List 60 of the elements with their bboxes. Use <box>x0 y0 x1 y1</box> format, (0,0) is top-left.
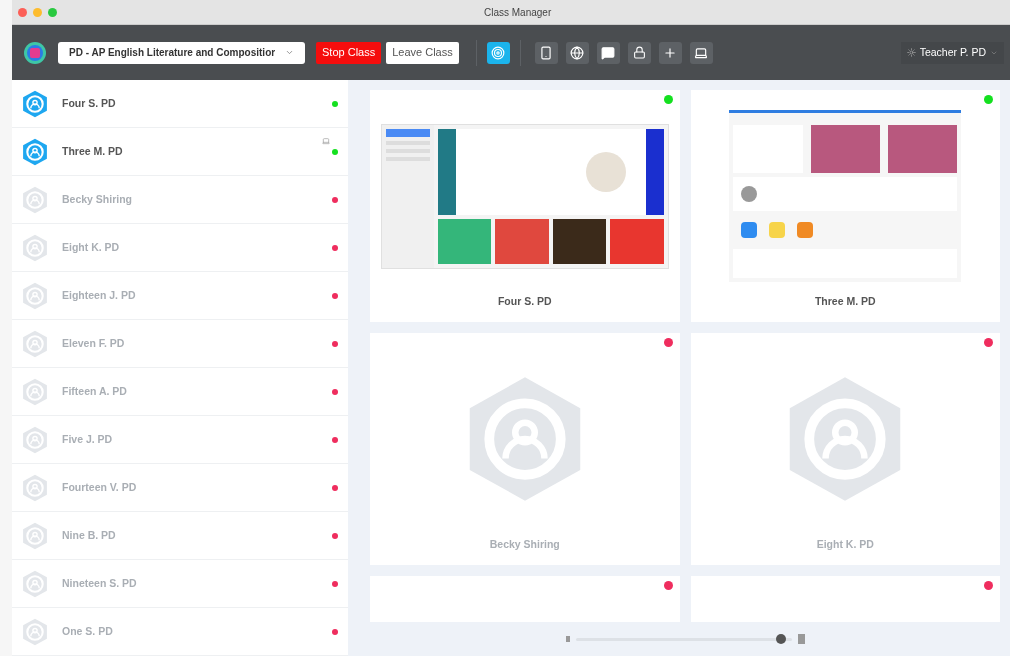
student-row[interactable]: Fourteen V. PD <box>12 464 348 512</box>
student-name: Fourteen V. PD <box>62 479 137 495</box>
student-avatar-icon <box>21 89 49 118</box>
zoom-in-icon <box>797 634 805 644</box>
student-row[interactable]: Nine B. PD <box>12 512 348 560</box>
student-name: Eight K. PD <box>816 537 874 553</box>
globe-icon[interactable] <box>565 41 589 64</box>
window-title: Class Manager <box>484 5 552 20</box>
focus-button[interactable] <box>486 41 510 64</box>
student-row[interactable]: One S. PD <box>12 608 348 656</box>
student-name: Eight K. PD <box>62 239 120 255</box>
student-avatar-icon <box>21 521 49 550</box>
slider-thumb[interactable] <box>775 633 786 644</box>
student-avatar-icon <box>21 473 49 502</box>
student-card[interactable]: Four S. PD <box>370 90 680 322</box>
student-name: Nine B. PD <box>62 527 116 543</box>
class-select[interactable]: PD - AP English Literature and Compositior <box>58 41 305 64</box>
student-row[interactable]: Eleven F. PD <box>12 320 348 368</box>
student-avatar-icon <box>21 377 49 406</box>
student-card[interactable]: Eight K. PD <box>690 333 1000 565</box>
dropdown-caret-icon <box>285 48 294 57</box>
student-name: Three M. PD <box>62 143 123 159</box>
laptop-icon[interactable] <box>689 41 713 64</box>
student-card[interactable]: Three M. PD <box>690 90 1000 322</box>
student-name: Nineteen S. PD <box>62 575 137 591</box>
student-row[interactable]: Becky Shiring <box>12 176 348 224</box>
student-avatar-icon <box>21 329 49 358</box>
student-avatar-icon <box>21 233 49 262</box>
settings-icon <box>906 48 916 57</box>
student-avatar-icon <box>21 281 49 310</box>
student-name: One S. PD <box>62 623 113 639</box>
student-name: Four S. PD <box>62 95 116 111</box>
student-avatar-icon <box>21 569 49 598</box>
teacher-menu[interactable]: Teacher P. PD <box>900 41 1004 64</box>
class-button[interactable]: Stop Class <box>316 41 382 64</box>
class-button[interactable]: Leave Class <box>386 41 459 64</box>
student-row[interactable]: Eighteen J. PD <box>12 272 348 320</box>
student-row[interactable]: Eight K. PD <box>12 224 348 272</box>
student-name: Four S. PD <box>497 294 552 310</box>
message-icon[interactable] <box>596 41 620 64</box>
zoom-out-icon <box>565 636 570 642</box>
student-name: Three M. PD <box>814 294 876 310</box>
student-card[interactable]: Becky Shiring <box>370 333 680 565</box>
student-name: Becky Shiring <box>62 191 133 207</box>
student-avatar-icon <box>21 185 49 214</box>
student-avatar-icon <box>21 137 49 166</box>
student-avatar-icon <box>21 425 49 454</box>
student-row[interactable]: Nineteen S. PD <box>12 560 348 608</box>
student-name: Fifteen A. PD <box>62 383 127 399</box>
student-name: Becky Shiring <box>489 537 560 553</box>
student-name: Five J. PD <box>62 431 113 447</box>
student-row[interactable]: Five J. PD <box>12 416 348 464</box>
student-row[interactable]: Four S. PD <box>12 80 348 128</box>
student-row[interactable]: Three M. PD <box>12 128 348 176</box>
student-name: Eighteen J. PD <box>62 287 136 303</box>
student-name: Eleven F. PD <box>62 335 125 351</box>
laptop-icon <box>322 137 330 145</box>
student-avatar-icon <box>21 617 49 646</box>
app-logo-icon <box>23 40 47 65</box>
student-row[interactable]: Fifteen A. PD <box>12 368 348 416</box>
